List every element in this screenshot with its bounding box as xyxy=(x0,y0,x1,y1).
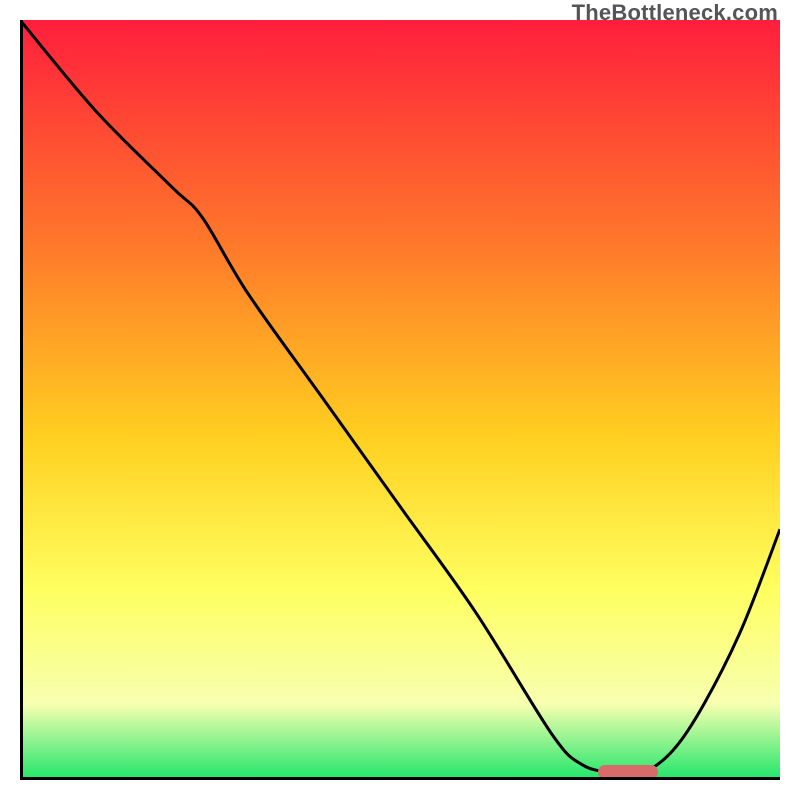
plot-area xyxy=(20,20,780,780)
optimal-range-marker xyxy=(598,765,659,779)
bottleneck-curve xyxy=(20,20,780,780)
chart-container: TheBottleneck.com xyxy=(0,0,800,800)
